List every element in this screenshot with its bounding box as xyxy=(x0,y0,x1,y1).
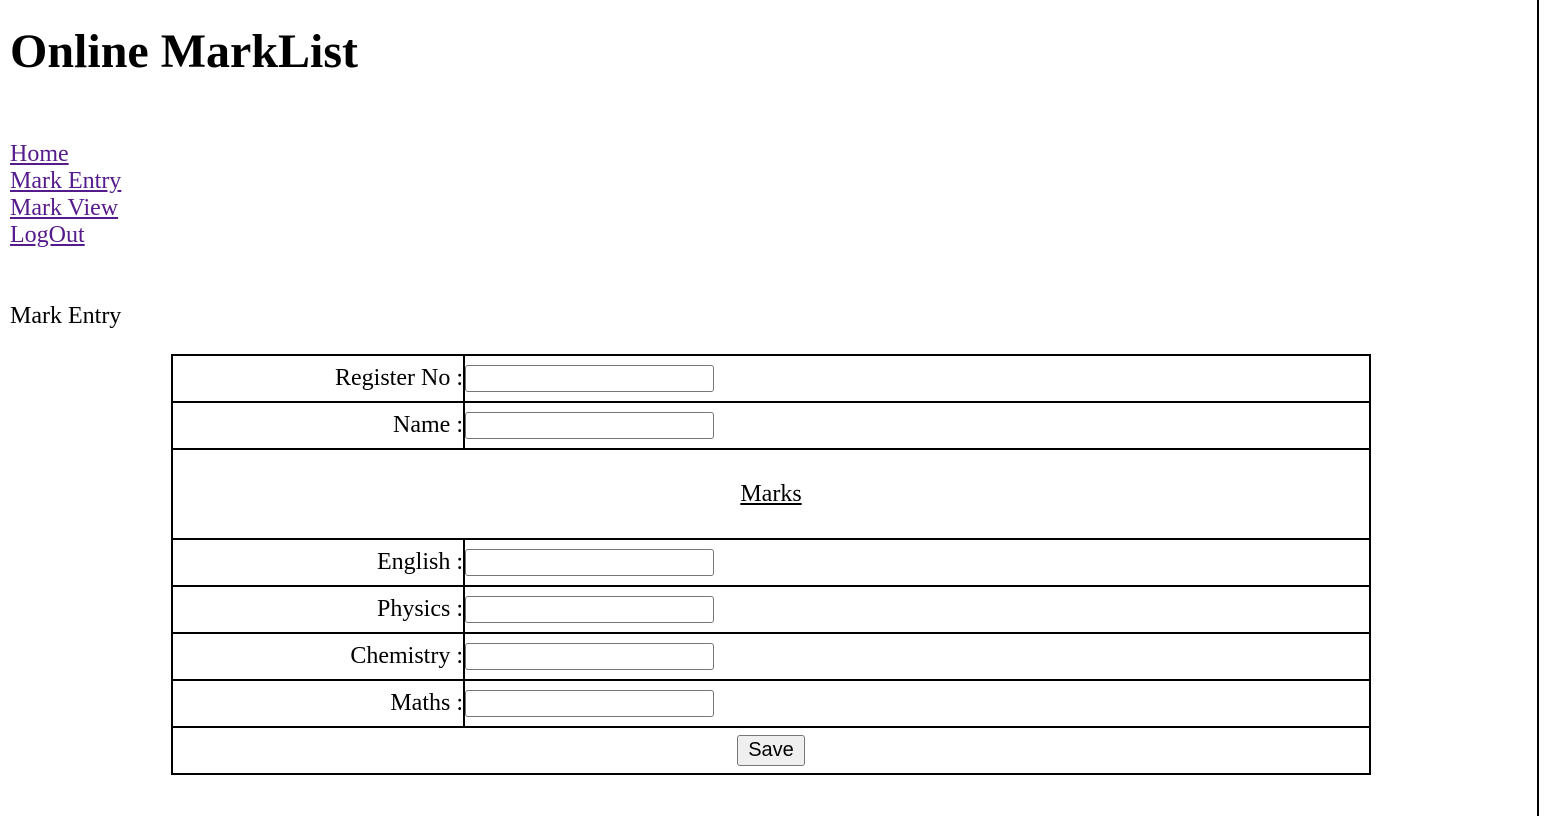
window-edge xyxy=(1537,0,1539,816)
marks-heading: Marks xyxy=(171,448,1371,540)
register-no-label: Register No : xyxy=(171,354,465,403)
name-input[interactable] xyxy=(465,412,714,439)
mark-entry-form: Register No : Name : Marks English : Phy… xyxy=(171,354,1371,775)
name-label: Name : xyxy=(171,401,465,450)
section-title: Mark Entry xyxy=(10,303,122,329)
physics-cell xyxy=(463,585,1371,634)
nav-link-logout[interactable]: LogOut xyxy=(10,222,121,249)
physics-label: Physics : xyxy=(171,585,465,634)
form-row-name: Name : xyxy=(171,401,1371,450)
save-button[interactable]: Save xyxy=(737,735,805,766)
english-cell xyxy=(463,538,1371,587)
page-title: Online MarkList xyxy=(10,25,359,78)
form-row-actions: Save xyxy=(171,726,1371,775)
nav-link-home[interactable]: Home xyxy=(10,141,121,168)
english-input[interactable] xyxy=(465,549,714,576)
nav-link-mark-view[interactable]: Mark View xyxy=(10,195,121,222)
form-row-register-no: Register No : xyxy=(171,354,1371,403)
form-row-chemistry: Chemistry : xyxy=(171,632,1371,681)
form-row-physics: Physics : xyxy=(171,585,1371,634)
chemistry-label: Chemistry : xyxy=(171,632,465,681)
maths-label: Maths : xyxy=(171,679,465,728)
physics-input[interactable] xyxy=(465,596,714,623)
form-row-maths: Maths : xyxy=(171,679,1371,728)
chemistry-input[interactable] xyxy=(465,643,714,670)
chemistry-cell xyxy=(463,632,1371,681)
nav-menu: Home Mark Entry Mark View LogOut xyxy=(10,141,121,249)
actions-cell: Save xyxy=(171,726,1371,775)
register-no-cell xyxy=(463,354,1371,403)
maths-input[interactable] xyxy=(465,690,714,717)
english-label: English : xyxy=(171,538,465,587)
form-row-marks-heading: Marks xyxy=(171,448,1371,540)
maths-cell xyxy=(463,679,1371,728)
register-no-input[interactable] xyxy=(465,365,714,392)
nav-link-mark-entry[interactable]: Mark Entry xyxy=(10,168,121,195)
name-cell xyxy=(463,401,1371,450)
page: Online MarkList Home Mark Entry Mark Vie… xyxy=(0,0,1545,816)
form-row-english: English : xyxy=(171,538,1371,587)
